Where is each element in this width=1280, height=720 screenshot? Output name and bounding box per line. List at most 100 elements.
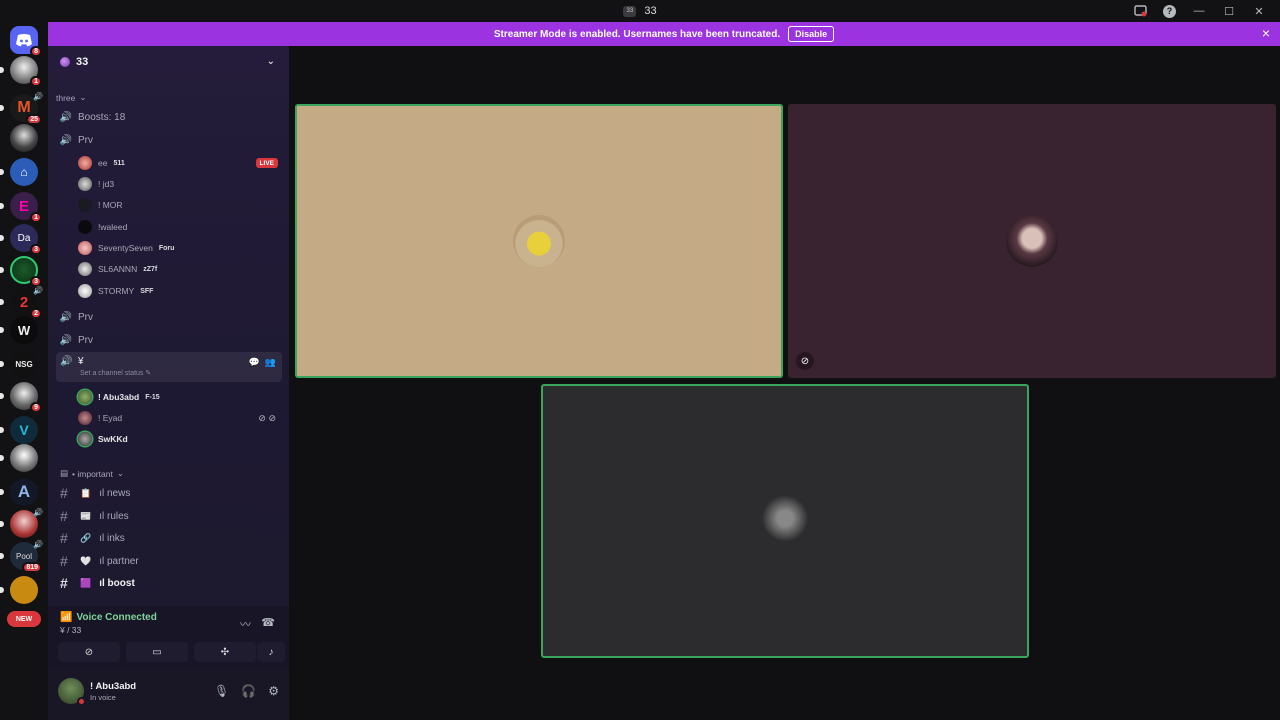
title-bar: 33 33 ? — ☐ ✕: [0, 0, 1280, 22]
avatar: [78, 241, 92, 255]
speaker-icon: 🔊: [59, 334, 73, 346]
server-icon[interactable]: [10, 124, 38, 152]
voice-member[interactable]: SL6ANNN zZ7f: [56, 259, 282, 279]
chat-icon[interactable]: 💬: [249, 357, 260, 368]
inbox-icon[interactable]: [1133, 4, 1147, 18]
active-voice-channel[interactable]: 🔊 ¥ Set a channel status ✎ 💬 👥: [56, 352, 282, 382]
user-controls: 🎙 🎧 ⚙: [214, 684, 279, 698]
category-label: • important: [72, 468, 113, 479]
channel-sidebar: 33 ⌄ three ⌄ 🔊 Boosts: 18 🔊 Prv ee 511 L…: [48, 46, 289, 720]
home-button[interactable]: 8: [10, 26, 42, 57]
new-servers-pill[interactable]: NEW: [7, 611, 41, 627]
voice-channel[interactable]: 🔊 Prv: [56, 330, 282, 350]
channel-name: ıl partner: [99, 555, 139, 567]
notification-badge: 9: [30, 402, 42, 413]
pencil-icon: ✎: [145, 370, 152, 377]
guild-name: 33: [76, 56, 89, 68]
server-icon[interactable]: 3: [0, 256, 42, 287]
member-tag: 511: [113, 159, 125, 167]
category-important[interactable]: ▤ • important ⌄: [56, 468, 282, 479]
text-channel-links[interactable]: # 🔗 ıl inks: [56, 527, 282, 549]
voice-connected-label: Voice Connected: [76, 612, 157, 623]
soundboard-button[interactable]: ♪: [257, 642, 285, 662]
boosts-channel[interactable]: 🔊 Boosts: 18: [56, 107, 282, 127]
server-avatar: [10, 576, 38, 604]
category-three[interactable]: three ⌄: [56, 92, 282, 103]
voice-channel-path[interactable]: ¥ / 33: [60, 625, 81, 635]
screen-share-button[interactable]: ▭: [126, 642, 188, 662]
member-name: ! MOR: [98, 200, 123, 210]
guild-header[interactable]: 33 ⌄: [48, 46, 289, 78]
close-icon[interactable]: ×: [1262, 26, 1270, 40]
server-icon[interactable]: 1: [0, 56, 42, 87]
participant-tile[interactable]: ⊘: [788, 104, 1276, 378]
user-name[interactable]: ! Abu3abd: [90, 681, 136, 692]
voice-channel[interactable]: 🔊 Prv: [56, 130, 282, 150]
voice-member[interactable]: ! MOR: [56, 195, 282, 215]
channel-name: ıl boost: [99, 577, 135, 589]
speaker-icon: 🔊: [59, 311, 73, 323]
channel-name: Prv: [78, 311, 93, 323]
member-name: ! Abu3abd: [98, 392, 140, 402]
camera-off-button[interactable]: ⊘: [58, 642, 120, 662]
noise-suppression-icon[interactable]: 〰: [240, 616, 251, 632]
server-icon[interactable]: 🔊: [0, 508, 43, 538]
server-icon[interactable]: [0, 444, 38, 472]
text-channel-boost[interactable]: # 🟪 ıl boost: [56, 572, 282, 594]
voice-member[interactable]: ee 511 LIVE: [56, 153, 282, 173]
close-icon[interactable]: ✕: [1252, 4, 1266, 18]
server-icon[interactable]: A: [0, 478, 38, 506]
participant-tile[interactable]: [541, 384, 1029, 658]
hash-icon: #: [60, 485, 68, 501]
voice-member[interactable]: SeventySeven Foru: [56, 238, 282, 258]
member-name: SeventySeven: [98, 243, 153, 253]
server-icon[interactable]: M 🔊 25: [0, 92, 43, 125]
server-icon[interactable]: V: [0, 416, 38, 444]
headphones-icon[interactable]: 🎧: [241, 684, 256, 698]
text-channel-news[interactable]: # 📋 ıl news: [56, 482, 282, 504]
voice-member[interactable]: ! Abu3abd F-15: [56, 387, 282, 407]
disconnect-icon[interactable]: ☎: [261, 616, 275, 629]
disable-button[interactable]: Disable: [788, 26, 835, 42]
server-icon[interactable]: [0, 576, 38, 604]
channel-name: ıl inks: [99, 532, 125, 544]
server-icon[interactable]: NSG: [0, 350, 38, 378]
voice-member[interactable]: !waleed: [56, 217, 282, 237]
activities-button[interactable]: ✣: [194, 642, 256, 662]
avatar: [78, 432, 92, 446]
window-controls: ? — ☐ ✕: [1133, 0, 1266, 22]
server-icon[interactable]: Pool 🔊 819: [0, 540, 43, 573]
voice-member[interactable]: STORMY SFF: [56, 281, 282, 301]
mic-icon[interactable]: 🎙: [214, 684, 229, 698]
voice-member[interactable]: SwKKd: [56, 429, 282, 449]
server-icon[interactable]: ⌂: [0, 158, 38, 186]
server-icon[interactable]: E 1: [0, 192, 42, 223]
soundboard-icon: ♪: [268, 646, 274, 658]
voice-connected-status[interactable]: 📶 Voice Connected: [60, 612, 157, 623]
notification-badge: 2: [30, 308, 42, 319]
member-name: SwKKd: [98, 434, 128, 444]
participant-avatar: [759, 495, 811, 547]
server-icon[interactable]: Da 3: [0, 224, 42, 255]
server-icon[interactable]: 9: [0, 382, 42, 413]
channel-name: Prv: [78, 134, 93, 146]
server-icon[interactable]: 2 🔊 2: [0, 286, 43, 319]
channel-name: Boosts: 18: [78, 111, 126, 123]
screen-share-icon: ▭: [152, 646, 162, 658]
text-channel-rules[interactable]: # 📰 ıl rules: [56, 505, 282, 527]
voice-channel[interactable]: 🔊 Prv: [56, 307, 282, 327]
maximize-icon[interactable]: ☐: [1222, 4, 1236, 18]
set-channel-status[interactable]: Set a channel status ✎: [60, 369, 282, 377]
server-icon[interactable]: W: [0, 316, 38, 344]
add-user-icon[interactable]: 👥: [265, 357, 276, 368]
minimize-icon[interactable]: —: [1192, 4, 1206, 18]
voice-member[interactable]: ! jd3: [56, 174, 282, 194]
voice-member[interactable]: ! Eyad ⊘ ⊘: [56, 408, 282, 428]
text-channel-partner[interactable]: # 🤍 ıl partner: [56, 550, 282, 572]
gear-icon[interactable]: ⚙: [268, 684, 279, 698]
user-status: In voice: [90, 693, 116, 702]
house-icon: ⌂: [10, 158, 38, 186]
voice-connected-panel: 📶 Voice Connected ¥ / 33 〰 ☎ ⊘ ▭ ✣ ♪: [48, 606, 289, 668]
help-icon[interactable]: ?: [1163, 4, 1176, 18]
participant-tile[interactable]: [295, 104, 783, 378]
